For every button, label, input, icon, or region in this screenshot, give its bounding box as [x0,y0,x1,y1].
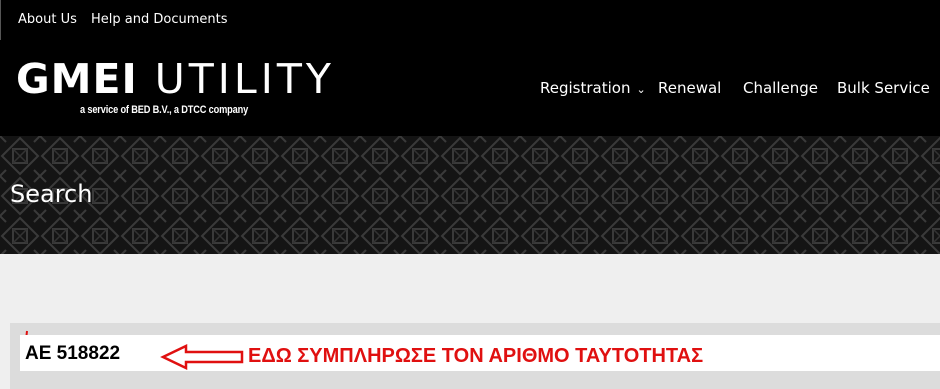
page-banner [0,136,940,254]
nav-registration[interactable]: Registration ⌄ [540,79,646,97]
top-utility-bar: About Us Help and Documents [0,0,940,40]
nav-bulk-service[interactable]: Bulk Service [837,79,930,97]
logo-word-gmei: GMEI [16,55,138,103]
logo-tagline: a service of BED B.V., a DTCC company [80,104,249,116]
nav-registration-label: Registration [540,79,631,97]
site-header: GMEI UTILITY a service of BED B.V., a DT… [0,40,940,136]
chevron-down-icon: ⌄ [636,83,646,96]
search-input-value: AE 518822 [25,343,121,364]
banner-pattern [0,136,940,254]
nav-challenge[interactable]: Challenge [743,79,818,97]
logo-word-utility: UTILITY [137,55,335,103]
about-us-link[interactable]: About Us [18,12,77,27]
site-logo[interactable]: GMEI UTILITY [16,56,335,102]
help-documents-link[interactable]: Help and Documents [91,12,227,27]
annotation-text: ΕΔΩ ΣΥΜΠΛΗΡΩΣΕ ΤΟΝ ΑΡΙΘΜΟ ΤΑΥΤΟΤΗΤΑΣ [248,345,704,367]
nav-renewal[interactable]: Renewal [658,79,721,97]
annotation-arrow-icon [160,344,244,370]
page-title: Search [10,180,93,208]
